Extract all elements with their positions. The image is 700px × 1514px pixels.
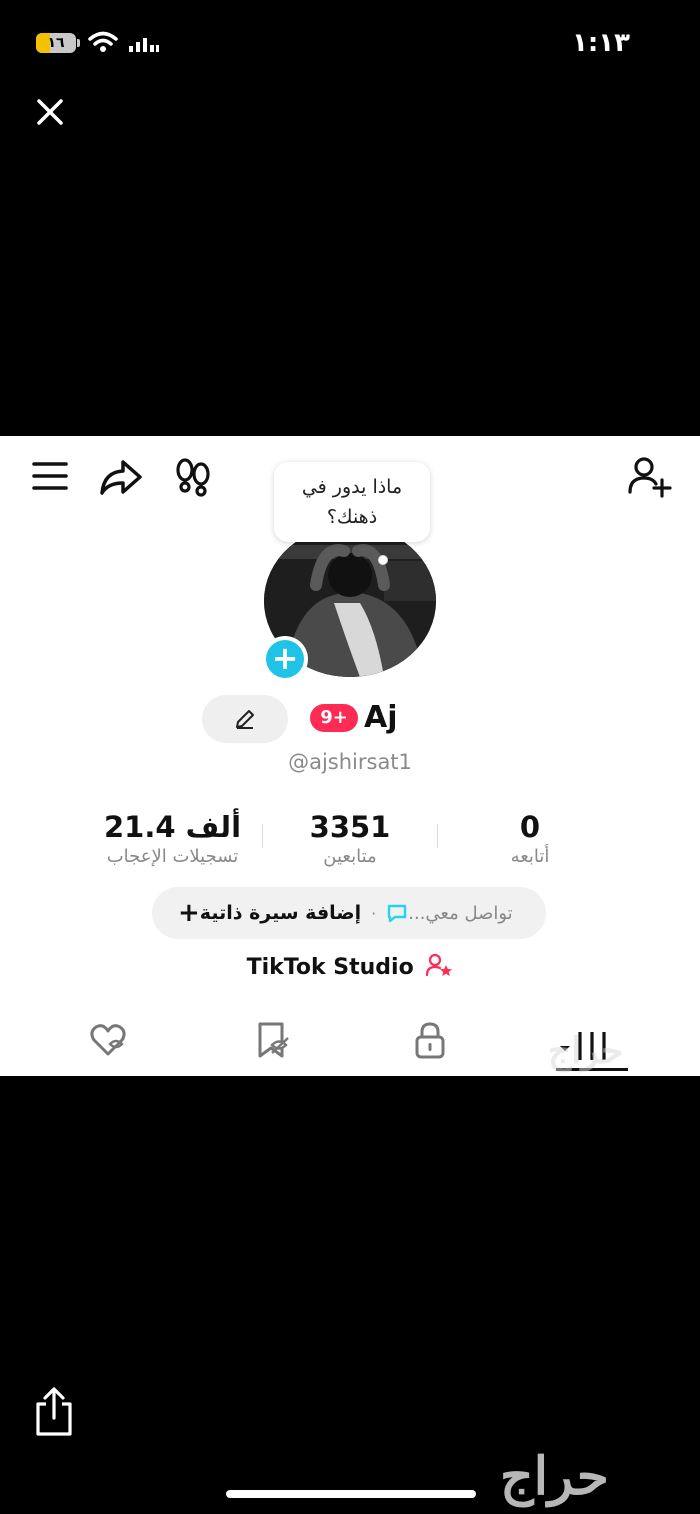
footprints-icon[interactable] xyxy=(174,456,212,498)
note-bubble[interactable]: ماذا يدور في ذهنك؟ xyxy=(274,462,430,542)
hamburger-icon[interactable] xyxy=(30,458,70,494)
display-name: Aj xyxy=(364,700,398,735)
contact-me-button[interactable]: تواصل معي... xyxy=(408,903,512,924)
close-icon[interactable] xyxy=(30,92,70,132)
bio-actions-pill[interactable]: + إضافة سيرة ذاتية · تواصل معي... xyxy=(152,887,546,939)
followers-stat[interactable]: 3351 متابعين xyxy=(295,810,405,867)
tiktok-studio-link[interactable]: TikTok Studio xyxy=(0,952,700,980)
following-stat[interactable]: 0 أتابعه xyxy=(485,810,575,867)
clock: ١:١٣ xyxy=(571,28,630,58)
share-up-icon[interactable] xyxy=(32,1386,76,1438)
add-bio-button[interactable]: إضافة سيرة ذاتية xyxy=(200,902,361,924)
username-handle: @ajshirsat1 xyxy=(288,750,412,774)
home-indicator[interactable] xyxy=(226,1490,476,1498)
watermark-logo: حراج xyxy=(548,1030,624,1072)
plus-icon: + xyxy=(271,639,299,677)
share-arrow-icon[interactable] xyxy=(98,456,144,498)
add-story-button[interactable]: + xyxy=(262,636,308,682)
studio-label: TikTok Studio xyxy=(246,955,414,980)
likes-label: تسجيلات الإعجاب xyxy=(106,846,239,867)
chat-bubble-icon xyxy=(388,904,407,923)
liked-hidden-icon[interactable] xyxy=(88,1020,128,1060)
cellular-signal-icon xyxy=(129,38,159,52)
stat-divider xyxy=(262,824,263,848)
likes-count: 21.4 ألف xyxy=(103,810,242,844)
wifi-icon xyxy=(88,31,118,52)
inbox-badge[interactable]: 9+ xyxy=(310,704,358,732)
pencil-icon xyxy=(236,710,254,729)
following-label: أتابعه xyxy=(510,846,550,867)
battery-tip xyxy=(77,39,80,47)
add-bio-plus-icon: + xyxy=(178,898,200,928)
battery-level: ١٦ xyxy=(47,35,65,51)
private-lock-icon[interactable] xyxy=(410,1020,450,1060)
followers-label: متابعين xyxy=(323,846,377,867)
battery-indicator: ١٦ xyxy=(36,33,76,53)
watermark-logo: حراج xyxy=(500,1446,609,1507)
creator-star-icon xyxy=(426,953,453,977)
bio-separator: · xyxy=(371,903,377,923)
note-bubble-pointer xyxy=(378,555,388,565)
following-count: 0 xyxy=(519,810,541,844)
likes-stat[interactable]: 21.4 ألف تسجيلات الإعجاب xyxy=(90,810,255,867)
saved-hidden-icon[interactable] xyxy=(252,1020,292,1060)
stat-divider xyxy=(437,824,438,848)
add-user-icon[interactable] xyxy=(626,454,674,498)
edit-profile-button[interactable] xyxy=(202,695,288,743)
status-bar: ١٦ ١:١٣ xyxy=(0,0,700,90)
followers-count: 3351 xyxy=(309,810,391,844)
